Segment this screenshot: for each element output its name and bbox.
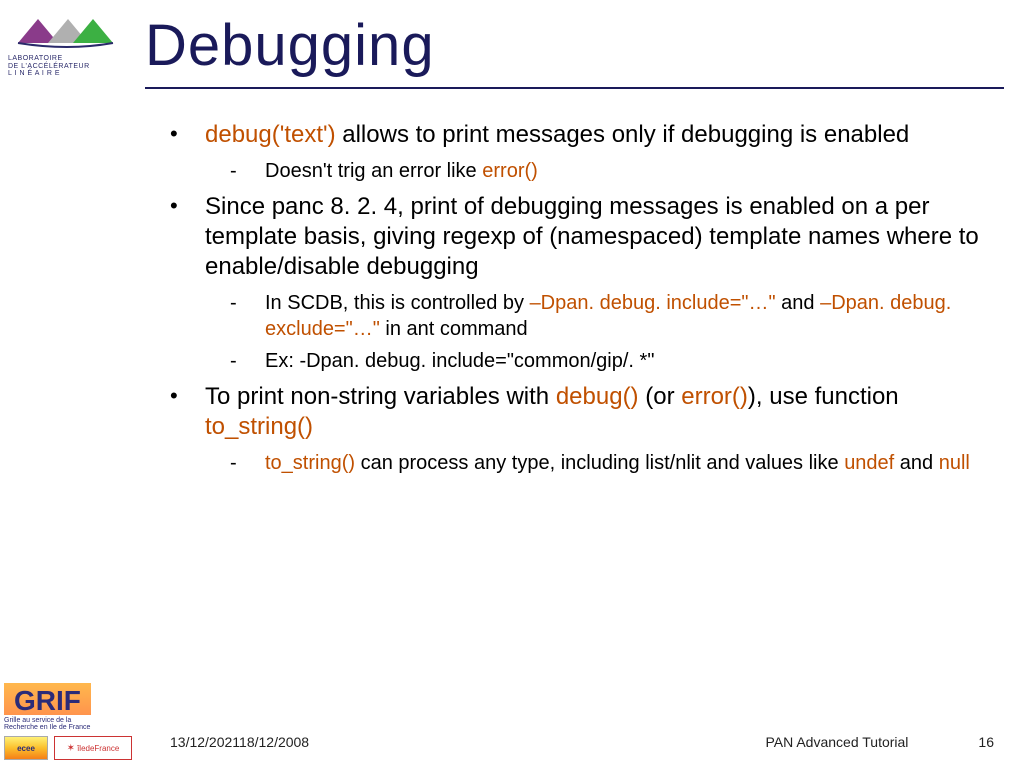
bottom-logo-block: GRIF Grille au service de la Recherche e… (4, 683, 144, 760)
bullet-list: debug('text') allows to print messages o… (150, 120, 984, 476)
bullet-item: debug('text') allows to print messages o… (150, 120, 984, 184)
text-segment: to_string() (205, 413, 313, 440)
footer-date: 13/12/202118/12/2008 (170, 734, 309, 750)
footer-page-number: 16 (978, 734, 994, 750)
text-segment: debug('text') (205, 121, 336, 148)
cac-logo-svg (13, 11, 123, 51)
bullet-item: To print non-string variables with debug… (150, 382, 984, 476)
text-segment: In SCDB, this is controlled by (265, 292, 530, 314)
sub-bullet-item: Ex: -Dpan. debug. include="common/gip/. … (205, 348, 984, 374)
sub-bullet-list: to_string() can process any type, includ… (205, 450, 984, 476)
text-segment: to_string() (265, 452, 355, 474)
sub-bullet-list: Doesn't trig an error like error() (205, 158, 984, 184)
text-segment: To print non-string variables with (205, 383, 556, 410)
text-segment: in ant command (380, 318, 528, 340)
text-segment: undef (844, 452, 894, 474)
text-segment: ), use function (748, 383, 899, 410)
bullet-item: Since panc 8. 2. 4, print of debugging m… (150, 192, 984, 374)
star-icon: ✶ (67, 743, 75, 754)
text-segment: (or (639, 383, 682, 410)
text-segment: and (776, 292, 820, 314)
text-segment: Since panc 8. 2. 4, print of debugging m… (205, 193, 979, 280)
text-segment: error() (482, 160, 538, 182)
text-segment: and (894, 452, 938, 474)
text-segment: can process any type, including list/nli… (355, 452, 844, 474)
text-segment: Doesn't trig an error like (265, 160, 482, 182)
org-logo-block: LABORATOIRE DE L'ACCÉLÉRATEUR L I N É A … (8, 8, 133, 88)
text-segment: Ex: -Dpan. debug. include="common/gip/. … (265, 350, 654, 372)
slide-content: debug('text') allows to print messages o… (150, 120, 984, 484)
org-logo-subtitle: LABORATOIRE DE L'ACCÉLÉRATEUR L I N É A … (8, 55, 133, 78)
ecee-badge: ecee (4, 736, 48, 760)
slide-title: Debugging (145, 12, 1004, 79)
sub-bullet-item: In SCDB, this is controlled by –Dpan. de… (205, 290, 984, 342)
text-segment: debug() (556, 383, 639, 410)
text-segment: error() (681, 383, 748, 410)
sub-bullet-item: to_string() can process any type, includ… (205, 450, 984, 476)
sub-bullet-item: Doesn't trig an error like error() (205, 158, 984, 184)
grif-logo: GRIF (4, 683, 91, 715)
slide-footer: 13/12/202118/12/2008 PAN Advanced Tutori… (170, 734, 994, 750)
cac-logo (8, 8, 128, 53)
text-segment: null (939, 452, 970, 474)
text-segment: –Dpan. debug. include="…" (530, 292, 776, 314)
sub-bullet-list: In SCDB, this is controlled by –Dpan. de… (205, 290, 984, 374)
title-bar: Debugging (145, 12, 1004, 89)
footer-source: PAN Advanced Tutorial (765, 734, 908, 750)
grif-subtitle: Grille au service de la Recherche en Ile… (4, 717, 144, 732)
region-badge: ✶ îledeFrance (54, 736, 132, 760)
text-segment: allows to print messages only if debuggi… (336, 121, 910, 148)
